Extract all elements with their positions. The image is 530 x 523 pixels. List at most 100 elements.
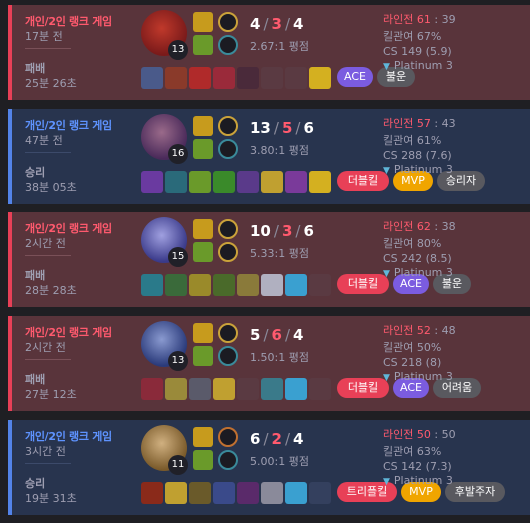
badge: 더블킬 (337, 274, 389, 294)
summoner-spell-icon[interactable] (193, 242, 213, 262)
item-icon[interactable] (165, 274, 187, 296)
match-card[interactable]: 개인/2인 랭크 게임 2시간 전 패배 27분 12초 13 5/6/4 1.50:1 평… (8, 316, 530, 411)
item-icon[interactable] (213, 378, 235, 400)
item-icon[interactable] (261, 482, 283, 504)
item-icon[interactable] (237, 274, 259, 296)
item-icon[interactable] (213, 67, 235, 89)
lane-score-value: 62 (416, 220, 431, 233)
time-ago: 2시간 전 (25, 237, 66, 250)
queue-type: 개인/2인 랭크 게임 (25, 326, 112, 339)
kda-score: 6/2/4 (250, 430, 303, 448)
item-icon[interactable] (213, 274, 235, 296)
rune-icon[interactable] (218, 139, 238, 159)
game-result: 승리 (25, 477, 46, 490)
summoner-spell-icon[interactable] (193, 219, 213, 239)
item-icon[interactable] (165, 378, 187, 400)
item-icon[interactable] (261, 378, 283, 400)
rune-icon[interactable] (218, 116, 238, 136)
champion-level-badge: 13 (168, 351, 188, 371)
item-icon[interactable] (141, 274, 163, 296)
item-icon[interactable] (165, 482, 187, 504)
item-icon[interactable] (189, 171, 211, 193)
tier-text: Platinum 3 (393, 266, 453, 279)
item-icon[interactable] (213, 482, 235, 504)
item-icon[interactable] (165, 67, 187, 89)
creep-score: CS 149 (5.9) (383, 45, 452, 58)
rune-icon[interactable] (218, 346, 238, 366)
item-icon[interactable] (213, 171, 235, 193)
item-icon[interactable] (141, 67, 163, 89)
match-card[interactable]: 개인/2인 랭크 게임 47분 전 승리 38분 05초 16 13/5/6 3.80:1 … (8, 109, 530, 204)
match-card[interactable]: 개인/2인 랭크 게임 17분 전 패배 25분 26초 13 4/3/4 2.67:1 평… (8, 5, 530, 100)
item-icon[interactable] (189, 378, 211, 400)
kda-ratio: 5.33:1 평점 (250, 247, 309, 260)
kills: 5 (250, 326, 261, 344)
item-icon[interactable] (237, 171, 259, 193)
rune-icon[interactable] (218, 12, 238, 32)
slash: / (284, 326, 290, 344)
average-tier: ▼ Platinum 3 (383, 59, 523, 72)
rune-icon[interactable] (218, 450, 238, 470)
item-icon[interactable] (141, 482, 163, 504)
tier-icon: ▼ (383, 166, 390, 176)
summoner-spell-icon[interactable] (193, 35, 213, 55)
result-stripe (8, 5, 12, 100)
match-stats: 라인전 61 : 39 킬관여 67% CS 149 (5.9) ▼ Platinum … (383, 11, 523, 72)
item-icon[interactable] (285, 171, 307, 193)
rune-icon[interactable] (218, 427, 238, 447)
item-icon[interactable] (261, 274, 283, 296)
item-icon[interactable] (309, 171, 331, 193)
game-result: 패배 (25, 373, 46, 386)
game-duration: 38분 05초 (25, 181, 77, 194)
queue-type: 개인/2인 랭크 게임 (25, 222, 112, 235)
match-card[interactable]: 개인/2인 랭크 게임 3시간 전 승리 19분 31초 11 6/2/4 5.00:1 평… (8, 420, 530, 515)
badge: 더블킬 (337, 171, 389, 191)
item-icon[interactable] (189, 482, 211, 504)
summoner-spell-icon[interactable] (193, 427, 213, 447)
average-tier: ▼ Platinum 3 (383, 266, 523, 279)
rune-icon[interactable] (218, 35, 238, 55)
item-icon[interactable] (261, 171, 283, 193)
assists: 6 (303, 119, 314, 137)
item-icon[interactable] (237, 67, 259, 89)
lane-label: 라인전 (383, 220, 414, 233)
summoner-spell-icon[interactable] (193, 346, 213, 366)
item-icon[interactable] (189, 67, 211, 89)
match-stats: 라인전 50 : 50 킬관여 63% CS 142 (7.3) ▼ Platinum … (383, 426, 523, 487)
kda-score: 13/5/6 (250, 119, 314, 137)
lane-opponent-score: 39 (441, 13, 456, 26)
colon: : (430, 428, 442, 441)
item-icon[interactable] (141, 378, 163, 400)
deaths: 2 (271, 430, 282, 448)
summoner-spell-icon[interactable] (193, 323, 213, 343)
kills: 6 (250, 430, 261, 448)
item-icon[interactable] (285, 482, 307, 504)
item-icon[interactable] (141, 171, 163, 193)
divider (25, 463, 71, 464)
match-stats: 라인전 52 : 48 킬관여 50% CS 218 (8) ▼ Platinum 3 (383, 322, 523, 383)
item-icon[interactable] (189, 274, 211, 296)
queue-type: 개인/2인 랭크 게임 (25, 15, 112, 28)
summoner-spell-icon[interactable] (193, 12, 213, 32)
divider (25, 255, 71, 256)
slash: / (284, 15, 290, 33)
champion-level-badge: 11 (168, 455, 188, 475)
item-icon[interactable] (237, 482, 259, 504)
summoner-spell-icon[interactable] (193, 139, 213, 159)
item-icon[interactable] (165, 171, 187, 193)
champion-level-badge: 16 (168, 144, 188, 164)
item-icon[interactable] (309, 67, 331, 89)
lane-opponent-score: 50 (441, 428, 456, 441)
item-icon[interactable] (285, 274, 307, 296)
rune-icon[interactable] (218, 219, 238, 239)
match-card[interactable]: 개인/2인 랭크 게임 2시간 전 패배 28분 28초 15 10/3/6 5.33:1 … (8, 212, 530, 307)
assists: 6 (303, 222, 314, 240)
summoner-spell-icon[interactable] (193, 450, 213, 470)
match-stats: 라인전 62 : 38 킬관여 80% CS 242 (8.5) ▼ Platinum … (383, 218, 523, 279)
rune-icon[interactable] (218, 242, 238, 262)
item-icon[interactable] (285, 378, 307, 400)
assists: 4 (293, 15, 304, 33)
champion-level-badge: 15 (168, 247, 188, 267)
summoner-spell-icon[interactable] (193, 116, 213, 136)
rune-icon[interactable] (218, 323, 238, 343)
